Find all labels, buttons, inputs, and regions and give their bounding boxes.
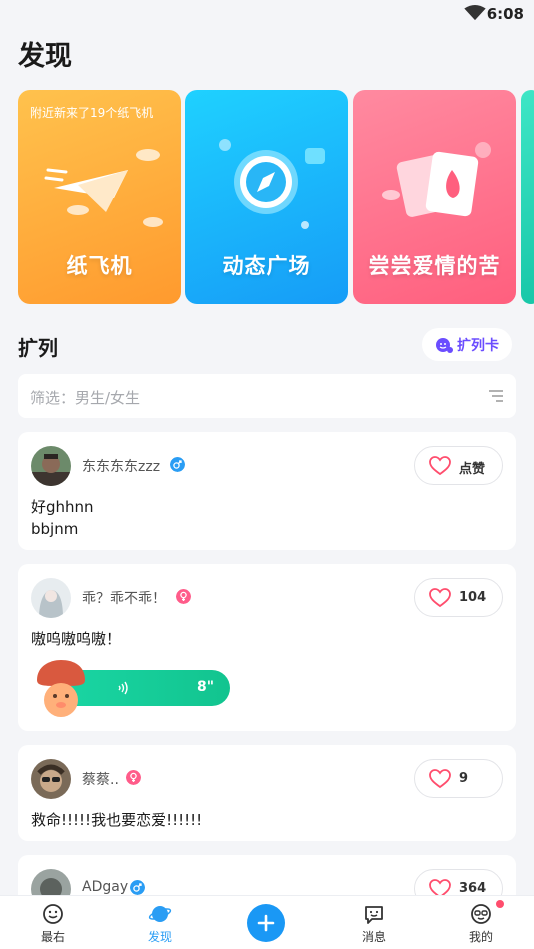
create-post-button[interactable] [247, 904, 285, 942]
card-love[interactable]: 尝尝爱情的苦 [353, 90, 516, 304]
nav-item-zuiyou[interactable]: 最右 [18, 896, 88, 949]
card-next[interactable] [521, 90, 534, 304]
female-icon [126, 770, 141, 785]
wifi-icon [464, 5, 486, 21]
nav-label: 我的 [468, 930, 493, 944]
voice-duration: 8" [196, 679, 214, 695]
expand-card-label: 扩列卡 [457, 337, 499, 354]
nav-item-messages[interactable]: 消息 [339, 896, 409, 949]
feature-cards: 附近新来了19个纸飞机 纸飞机 动态广场 尝尝爱情的苦 [18, 90, 534, 304]
nav-label: 发现 [147, 930, 172, 944]
like-count: 104 [459, 590, 487, 605]
avatar-image [31, 446, 71, 486]
post-card[interactable]: 蔡蔡.. 9 救命!!!!!我也要恋爱!!!!!! [18, 745, 516, 841]
like-button[interactable]: 点赞 [414, 446, 503, 485]
glasses-face-icon [471, 904, 491, 924]
section-title: 扩列 [18, 336, 58, 360]
post-text: 好ghhnn bbjnm [31, 496, 94, 540]
heart-icon [429, 588, 451, 608]
status-time: 6:08 [486, 5, 524, 23]
paper-plane-icon [44, 149, 163, 227]
nav-item-profile[interactable]: 我的 [446, 896, 516, 949]
like-count: 364 [459, 881, 487, 896]
card-title: 纸飞机 [66, 254, 133, 278]
status-bar: 6:08 [0, 0, 534, 30]
heart-icon [429, 456, 451, 476]
compass-icon [219, 139, 325, 229]
chat-face-icon [365, 906, 383, 924]
planet-icon [148, 906, 172, 922]
avatar[interactable] [31, 446, 71, 486]
love-cards-icon [382, 142, 491, 217]
female-icon [176, 589, 191, 604]
like-count: 点赞 [459, 462, 486, 477]
nav-item-discover[interactable]: 发现 [125, 896, 195, 949]
username[interactable]: ADgay [82, 879, 128, 895]
like-button[interactable]: 104 [414, 578, 503, 617]
male-icon [130, 880, 145, 895]
card-paper-plane[interactable]: 附近新来了19个纸飞机 纸飞机 [18, 90, 181, 304]
avatar-image [31, 759, 71, 799]
filter-icon[interactable] [488, 389, 504, 403]
page-title: 发现 [18, 41, 72, 72]
expand-card-button[interactable]: 扩列卡 [422, 328, 512, 361]
bottom-nav: 最右 发现 消息 我的 [0, 895, 534, 949]
mushroom-mascot-icon [37, 660, 85, 717]
card-subtitle: 附近新来了19个纸飞机 [30, 106, 154, 120]
username[interactable]: 蔡蔡.. [82, 769, 119, 789]
card-plaza[interactable]: 动态广场 [185, 90, 348, 304]
male-icon [170, 457, 185, 472]
card-title: 尝尝爱情的苦 [368, 254, 501, 278]
avatar[interactable] [31, 759, 71, 799]
post-text-line: 好ghhnn [31, 498, 94, 516]
nav-label: 最右 [40, 930, 65, 944]
username[interactable]: 东东东东zzz [82, 456, 160, 476]
like-button[interactable]: 9 [414, 759, 503, 798]
post-text-line: 嗷呜嗷呜嗷！ [31, 630, 122, 648]
heart-icon [429, 769, 451, 789]
avatar-image [31, 578, 71, 618]
filter-text: 筛选：男生/女生 [30, 389, 141, 407]
post-card[interactable]: 东东东东zzz 点赞 好ghhnn bbjnm [18, 432, 516, 550]
notification-dot [496, 900, 504, 908]
post-text-line: 救命!!!!!我也要恋爱!!!!!! [31, 811, 203, 829]
post-text-line: bbjnm [31, 520, 79, 538]
filter-bar[interactable]: 筛选：男生/女生 [18, 374, 516, 418]
post-card[interactable]: 乖？乖不乖！ 104 嗷呜嗷呜嗷！ 8" [18, 564, 516, 731]
avatar[interactable] [31, 578, 71, 618]
nav-label: 消息 [361, 930, 386, 944]
plus-icon [257, 914, 275, 932]
sound-wave-icon [118, 681, 128, 695]
post-text: 救命!!!!!我也要恋爱!!!!!! [31, 809, 202, 831]
card-title: 动态广场 [222, 254, 311, 278]
smile-plus-icon [436, 337, 453, 353]
like-count: 9 [459, 771, 469, 786]
username[interactable]: 乖？乖不乖！ [82, 588, 166, 608]
smiley-face-icon [43, 904, 63, 924]
post-text: 嗷呜嗷呜嗷！ [31, 628, 121, 650]
